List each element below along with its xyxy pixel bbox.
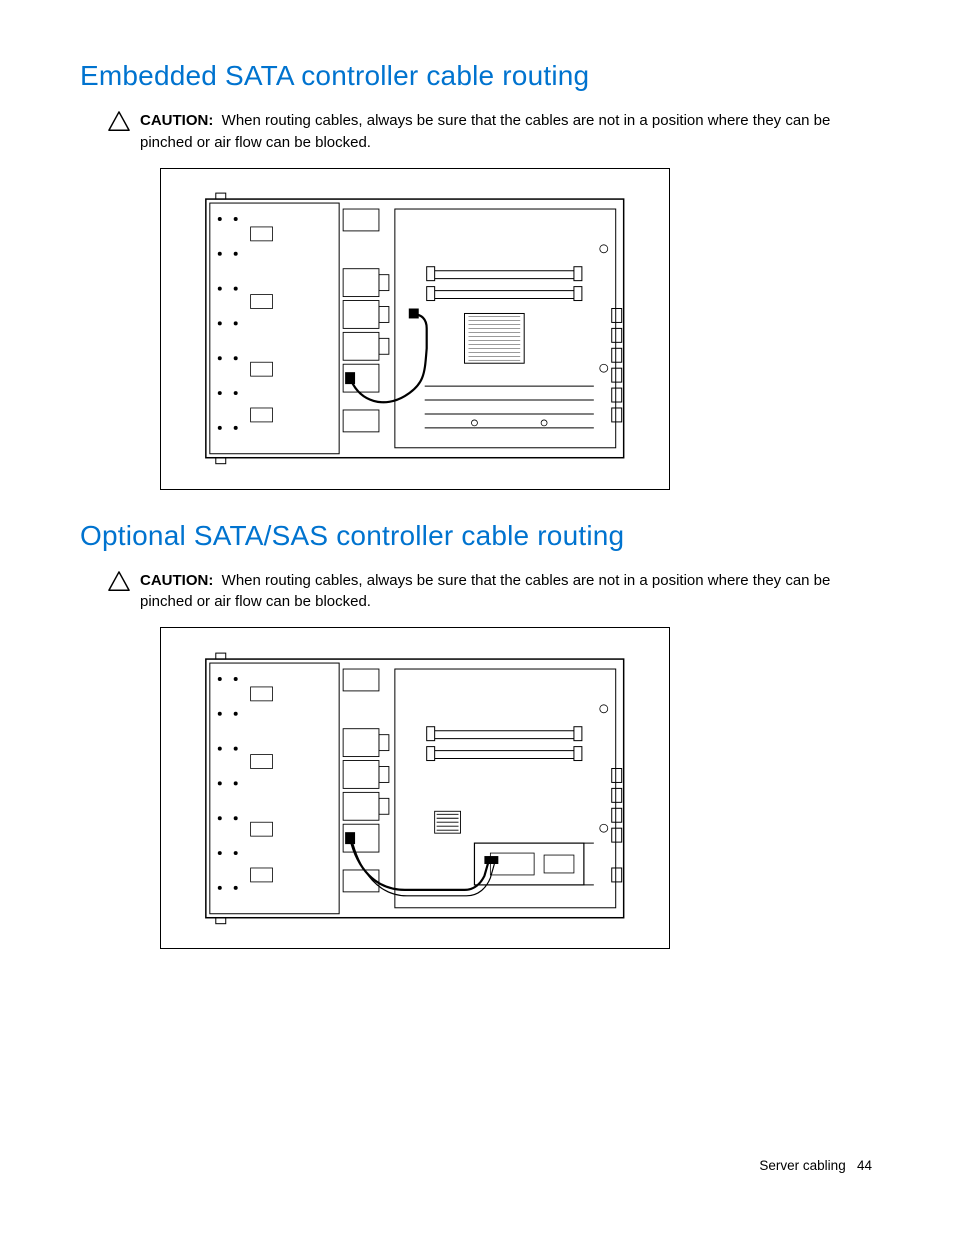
caution-icon bbox=[108, 571, 130, 591]
figure-optional-sata-sas-routing bbox=[160, 627, 670, 949]
section-heading-embedded-sata: Embedded SATA controller cable routing bbox=[80, 60, 874, 92]
section-heading-optional-sata-sas: Optional SATA/SAS controller cable routi… bbox=[80, 520, 874, 552]
caution-body: When routing cables, always be sure that… bbox=[140, 112, 830, 151]
server-chassis-diagram-2 bbox=[176, 638, 654, 939]
caution-block-1: CAUTION: When routing cables, always be … bbox=[108, 110, 874, 154]
caution-label: CAUTION: bbox=[140, 112, 213, 129]
caution-body: When routing cables, always be sure that… bbox=[140, 572, 830, 611]
footer-page-number: 44 bbox=[857, 1158, 872, 1173]
figure-embedded-sata-routing bbox=[160, 168, 670, 490]
caution-text-1: CAUTION: When routing cables, always be … bbox=[140, 110, 874, 154]
caution-label: CAUTION: bbox=[140, 572, 213, 589]
caution-text-2: CAUTION: When routing cables, always be … bbox=[140, 570, 874, 614]
page-footer: Server cabling 44 bbox=[759, 1158, 872, 1173]
server-chassis-diagram-1 bbox=[176, 178, 654, 479]
footer-chapter: Server cabling bbox=[759, 1158, 845, 1173]
caution-block-2: CAUTION: When routing cables, always be … bbox=[108, 570, 874, 614]
caution-icon bbox=[108, 111, 130, 131]
